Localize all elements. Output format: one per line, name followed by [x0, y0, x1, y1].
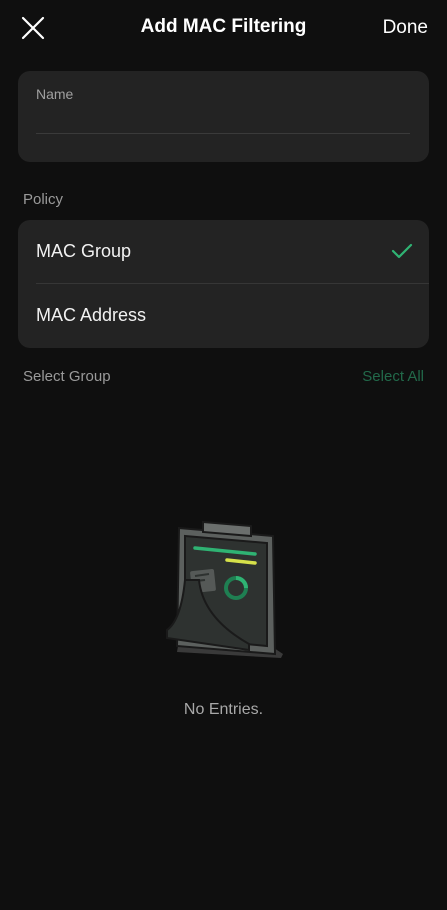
name-field-label: Name: [36, 86, 74, 102]
name-input[interactable]: [36, 109, 410, 133]
select-group-label: Select Group: [23, 368, 111, 385]
policy-option-mac-address[interactable]: MAC Address: [18, 284, 429, 347]
empty-state-text: No Entries.: [183, 701, 264, 718]
policy-option-label: MAC Address: [36, 305, 147, 325]
navigation-bar: Add MAC Filtering Done: [0, 0, 447, 56]
policy-option-label: MAC Group: [36, 241, 132, 261]
checkmark-icon: [391, 243, 413, 259]
clipboard-empty-icon: [166, 520, 283, 658]
policy-section-label: Policy: [23, 191, 64, 208]
select-all-button[interactable]: Select All: [362, 368, 424, 385]
policy-option-mac-group[interactable]: MAC Group: [18, 220, 429, 284]
page-title: Add MAC Filtering: [140, 16, 307, 37]
name-card: Name: [18, 71, 429, 162]
policy-options-card: MAC Group MAC Address: [18, 220, 429, 348]
done-button[interactable]: Done: [383, 17, 428, 39]
name-input-underline: [36, 133, 410, 134]
